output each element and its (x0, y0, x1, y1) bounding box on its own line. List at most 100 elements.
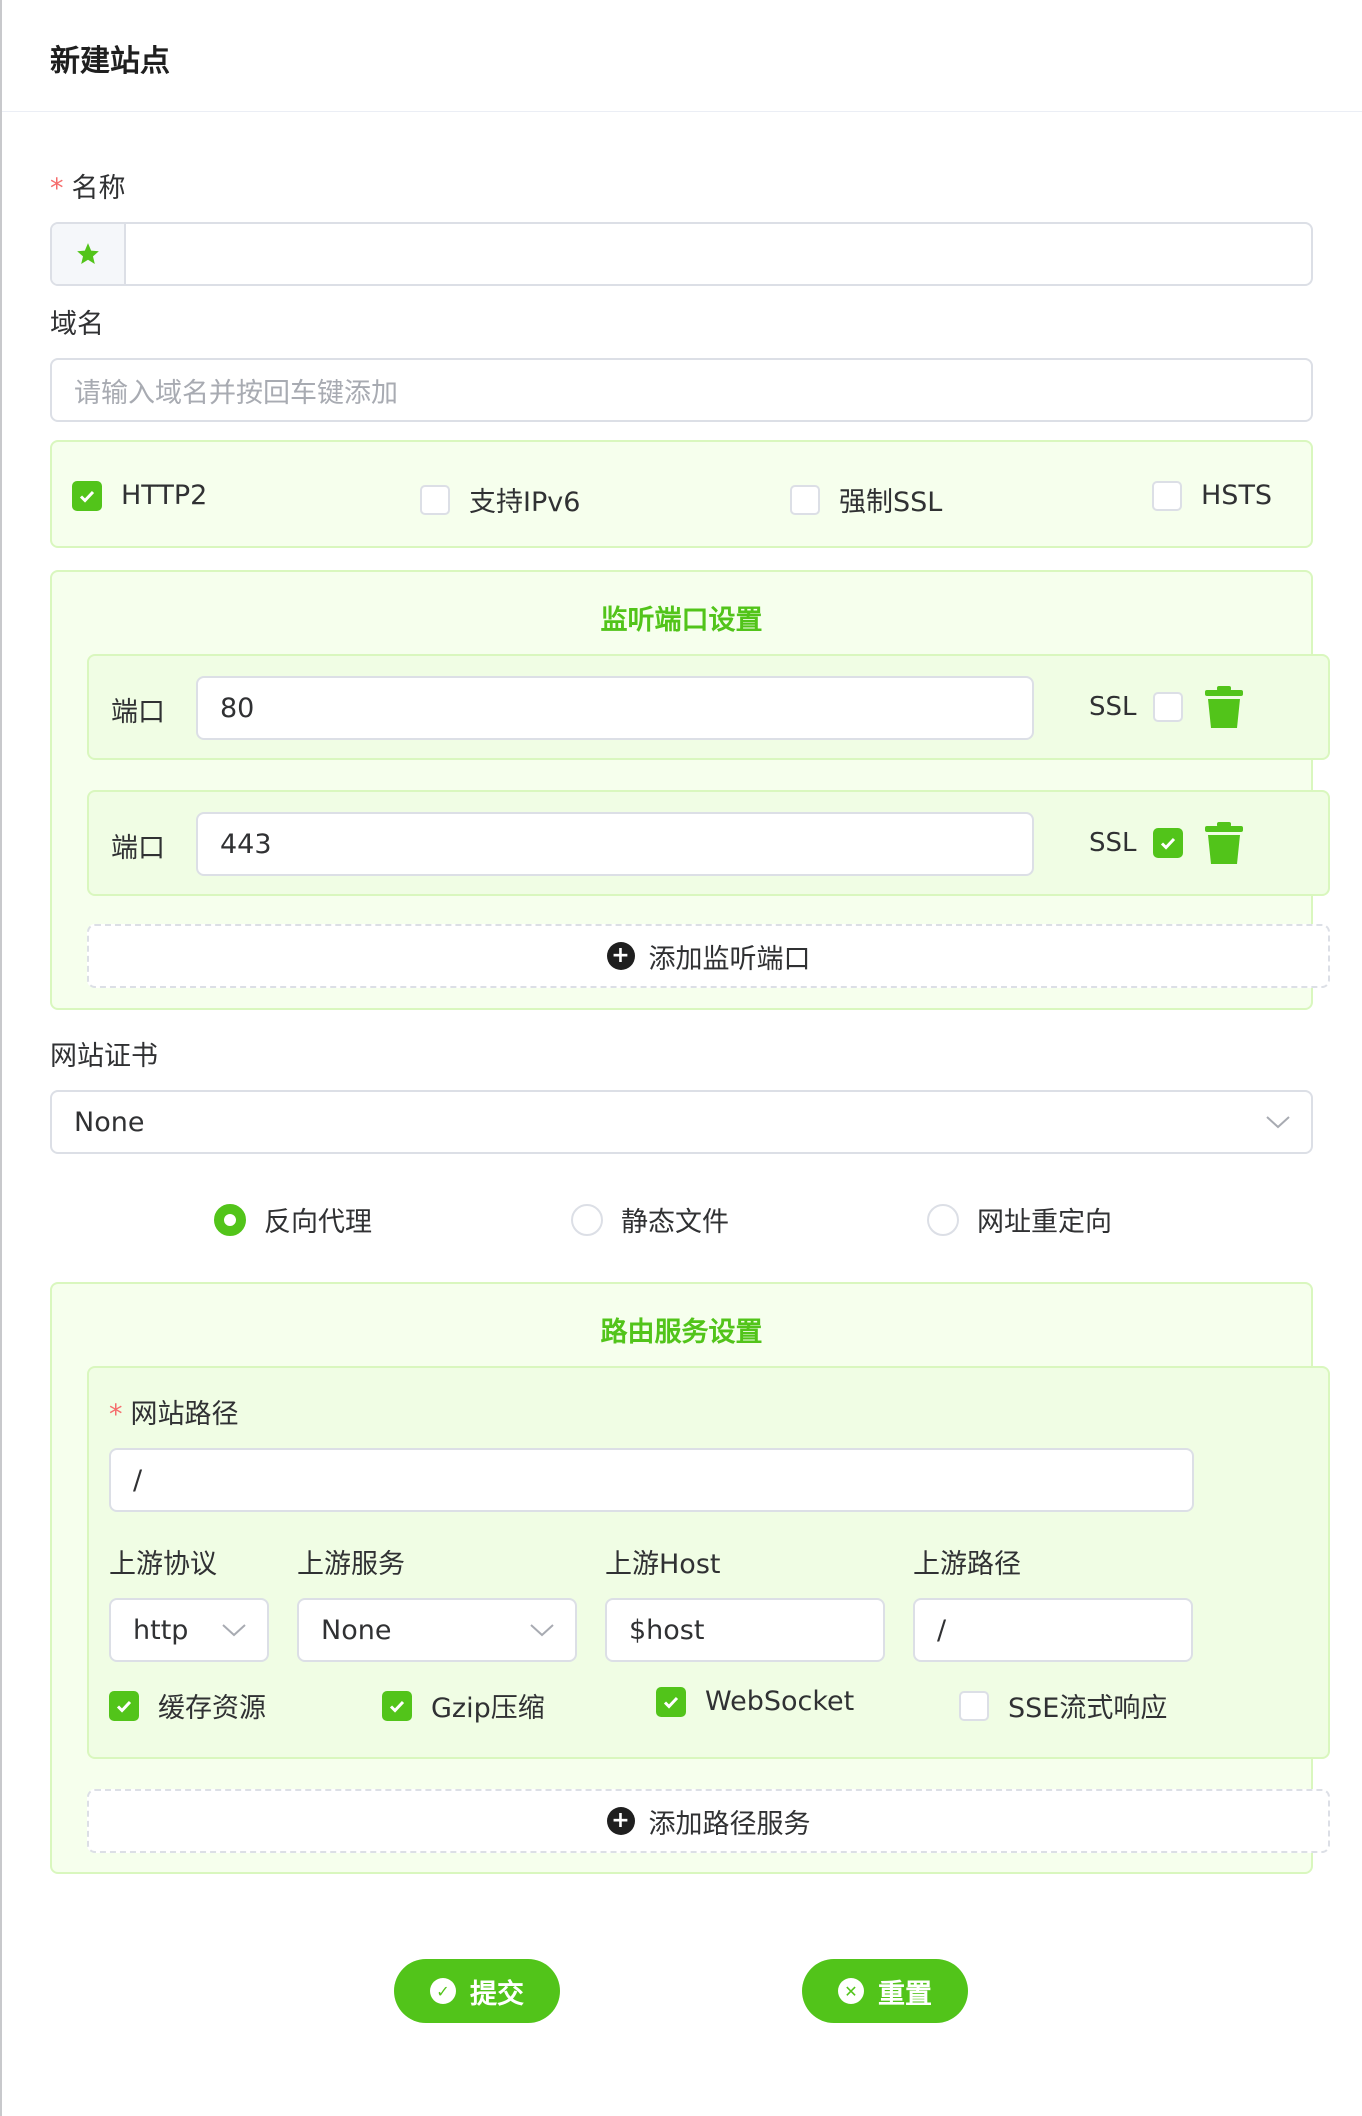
checkbox-box (1152, 480, 1182, 511)
route-entry: * 网站路径 / 上游协议 上游服务 上游Host 上游路径 http None … (87, 1366, 1330, 1759)
force-ssl-checkbox[interactable]: 强制SSL (790, 480, 942, 519)
hsts-label: HSTS (1201, 480, 1273, 511)
websocket-checkbox[interactable]: WebSocket (656, 1686, 854, 1717)
chevron-down-icon (530, 1624, 554, 1637)
chevron-down-icon (222, 1624, 246, 1637)
radio-reverse-proxy-label: 反向代理 (264, 1207, 372, 1238)
port-input-value: 443 (220, 828, 272, 860)
dialog-header: 新建站点 (2, 0, 1362, 112)
upstream-host-value: $host (629, 1614, 705, 1646)
domain-input[interactable]: 请输入域名并按回车键添加 (50, 358, 1313, 422)
site-path-label: * 网站路径 (109, 1392, 239, 1431)
radio-circle (214, 1203, 246, 1236)
domain-label: 域名 (50, 309, 104, 340)
check-icon (72, 480, 102, 511)
checkbox-box (790, 484, 820, 515)
certificate-label: 网站证书 (50, 1041, 158, 1072)
check-icon (1160, 837, 1176, 850)
add-path-service-button[interactable]: + 添加路径服务 (87, 1789, 1330, 1853)
trash-icon[interactable] (1202, 820, 1246, 866)
sse-checkbox[interactable]: SSE流式响应 (959, 1686, 1167, 1725)
domain-input-placeholder: 请输入域名并按回车键添加 (74, 377, 398, 409)
add-listen-port-button[interactable]: + 添加监听端口 (87, 924, 1330, 988)
reset-label: 重置 (878, 1978, 932, 2010)
upstream-path-value: / (937, 1614, 947, 1646)
cache-checkbox[interactable]: 缓存资源 (109, 1686, 266, 1725)
page-title: 新建站点 (50, 44, 170, 79)
cache-label: 缓存资源 (158, 1693, 266, 1724)
upstream-host-label: 上游Host (605, 1549, 721, 1580)
ssl-checkbox[interactable] (1153, 692, 1183, 722)
site-path-input-value: / (133, 1464, 143, 1496)
upstream-protocol-label: 上游协议 (109, 1549, 217, 1580)
port-input[interactable]: 443 (196, 812, 1034, 876)
ssl-label: SSL (1089, 828, 1137, 858)
certificate-select-value: None (74, 1106, 145, 1138)
trash-icon[interactable] (1202, 684, 1246, 730)
add-path-service-label: 添加路径服务 (648, 1808, 811, 1840)
upstream-host-input[interactable]: $host (605, 1598, 885, 1662)
site-path-input[interactable]: / (109, 1448, 1194, 1512)
ssl-label: SSL (1089, 692, 1137, 722)
checkbox-box (420, 484, 450, 515)
window-left-border (0, 0, 2, 2116)
radio-url-redirect[interactable]: 网址重定向 (927, 1200, 1112, 1239)
upstream-path-label: 上游路径 (913, 1549, 1021, 1580)
options-panel: HTTP2 支持IPv6 强制SSL HSTS (50, 440, 1313, 548)
upstream-service-select[interactable]: None (297, 1598, 577, 1662)
upstream-protocol-select[interactable]: http (109, 1598, 269, 1662)
upstream-service-label: 上游服务 (297, 1549, 405, 1580)
plus-circle-icon: + (606, 1807, 635, 1835)
upstream-protocol-value: http (133, 1614, 189, 1646)
port-input[interactable]: 80 (196, 676, 1034, 740)
upstream-service-value: None (321, 1614, 392, 1646)
radio-reverse-proxy[interactable]: 反向代理 (214, 1200, 372, 1239)
reset-button[interactable]: ✕ 重置 (802, 1959, 968, 2023)
http2-label: HTTP2 (121, 480, 208, 511)
close-circle-icon: ✕ (838, 1978, 864, 2004)
star-icon (52, 224, 126, 284)
submit-button[interactable]: ✓ 提交 (394, 1959, 560, 2023)
check-icon (656, 1686, 686, 1717)
port-input-value: 80 (220, 692, 255, 724)
checkbox-box (959, 1690, 989, 1721)
radio-static-files[interactable]: 静态文件 (571, 1200, 729, 1239)
ipv6-checkbox[interactable]: 支持IPv6 (420, 480, 580, 519)
radio-url-redirect-label: 网址重定向 (977, 1207, 1112, 1238)
hsts-checkbox[interactable]: HSTS (1152, 480, 1272, 511)
gzip-checkbox[interactable]: Gzip压缩 (382, 1686, 545, 1725)
check-icon (109, 1690, 139, 1721)
sse-label: SSE流式响应 (1008, 1693, 1168, 1724)
port-label: 端口 (111, 697, 165, 728)
required-mark: * (109, 1399, 123, 1430)
port-row: 端口 80 SSL (87, 654, 1330, 760)
ipv6-label: 支持IPv6 (469, 487, 581, 518)
ssl-checkbox[interactable] (1153, 828, 1183, 858)
websocket-label: WebSocket (705, 1686, 855, 1717)
name-label-text: 名称 (71, 173, 126, 204)
radio-circle (927, 1203, 959, 1236)
name-label: * 名称 (50, 166, 126, 205)
check-icon (382, 1690, 412, 1721)
chevron-down-icon (1266, 1116, 1290, 1129)
radio-static-files-label: 静态文件 (621, 1207, 729, 1238)
upstream-path-input[interactable]: / (913, 1598, 1193, 1662)
force-ssl-label: 强制SSL (839, 487, 943, 518)
port-row: 端口 443 SSL (87, 790, 1330, 896)
plus-circle-icon: + (606, 942, 635, 970)
name-input[interactable] (50, 222, 1313, 286)
route-panel-title: 路由服务设置 (600, 1317, 763, 1348)
route-service-panel: 路由服务设置 * 网站路径 / 上游协议 上游服务 上游Host 上游路径 htt… (50, 1282, 1330, 1874)
port-label: 端口 (111, 833, 165, 864)
http2-checkbox[interactable]: HTTP2 (72, 480, 207, 511)
listen-panel-title: 监听端口设置 (600, 605, 763, 636)
check-circle-icon: ✓ (430, 1978, 456, 2004)
add-listen-port-label: 添加监听端口 (648, 943, 811, 975)
certificate-select[interactable]: None (50, 1090, 1313, 1154)
listen-ports-panel: 监听端口设置 端口 80 SSL 端口 443 SSL + 添加监听端口 (50, 570, 1330, 1010)
radio-circle (571, 1203, 603, 1236)
submit-label: 提交 (470, 1978, 524, 2010)
required-mark: * (50, 173, 64, 204)
gzip-label: Gzip压缩 (431, 1693, 545, 1724)
site-path-label-text: 网站路径 (130, 1399, 239, 1430)
